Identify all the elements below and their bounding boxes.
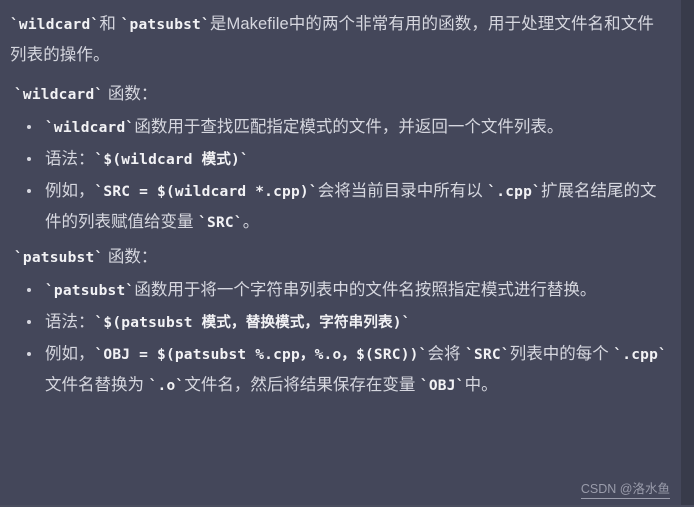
- inline-code: `.cpp`: [487, 184, 541, 200]
- inline-code: `wildcard`: [45, 120, 135, 136]
- inline-code: `$(wildcard 模式)`: [94, 152, 249, 168]
- list-item: 例如，`OBJ = $(patsubst %.cpp，%.o，$(SRC))`会…: [10, 339, 667, 401]
- inline-code: `$(patsubst 模式，替换模式，字符串列表)`: [94, 315, 411, 331]
- section-heading-patsubst: `patsubst` 函数：: [10, 242, 667, 273]
- inline-code: `OBJ`: [419, 378, 465, 394]
- text-run: 。: [242, 213, 260, 231]
- article-viewer: `wildcard`和 `patsubst`是Makefile中的两个非常有用的…: [0, 0, 694, 507]
- inline-code: `.cpp`: [613, 347, 667, 363]
- text-run: 中。: [464, 376, 498, 394]
- text-run: 会将: [427, 345, 466, 363]
- intro-paragraph: `wildcard`和 `patsubst`是Makefile中的两个非常有用的…: [10, 9, 667, 70]
- heading-code-wildcard: `wildcard`: [14, 87, 104, 103]
- inline-code: `patsubst`: [45, 283, 135, 299]
- text-run: 语法：: [45, 313, 95, 331]
- intro-connector: 和: [99, 15, 121, 33]
- inline-code: `SRC`: [198, 215, 243, 231]
- text-run: 例如，: [45, 345, 95, 363]
- list-item: `patsubst`函数用于将一个字符串列表中的文件名按照指定模式进行替换。: [10, 275, 667, 306]
- heading-text-wildcard: 函数：: [103, 85, 158, 103]
- inline-code-patsubst: `patsubst`: [120, 17, 210, 33]
- inline-code-wildcard: `wildcard`: [10, 17, 100, 33]
- list-item: `wildcard`函数用于查找匹配指定模式的文件，并返回一个文件列表。: [10, 112, 667, 143]
- text-run: 函数用于查找匹配指定模式的文件，并返回一个文件列表。: [134, 118, 564, 136]
- bullet-list-patsubst: `patsubst`函数用于将一个字符串列表中的文件名按照指定模式进行替换。 语…: [10, 275, 667, 401]
- text-run: 列表中的每个: [509, 345, 614, 363]
- bullet-list-wildcard: `wildcard`函数用于查找匹配指定模式的文件，并返回一个文件列表。 语法：…: [10, 112, 667, 238]
- text-run: 文件名，然后将结果保存在变量: [184, 376, 420, 394]
- csdn-watermark: CSDN @洛水鱼: [580, 481, 670, 499]
- text-run: 文件名替换为: [45, 376, 149, 394]
- article-content: `wildcard`和 `patsubst`是Makefile中的两个非常有用的…: [0, 0, 681, 507]
- inline-code: `SRC`: [465, 347, 510, 363]
- text-run: 例如，: [45, 182, 95, 200]
- section-heading-wildcard: `wildcard` 函数：: [10, 79, 667, 110]
- scrollbar-gutter[interactable]: [681, 0, 694, 507]
- text-run: 函数用于将一个字符串列表中的文件名按照指定模式进行替换。: [134, 281, 597, 299]
- list-item: 例如，`SRC = $(wildcard *.cpp)`会将当前目录中所有以 `…: [10, 176, 667, 238]
- heading-code-patsubst: `patsubst`: [14, 250, 104, 266]
- list-item: 语法：`$(patsubst 模式，替换模式，字符串列表)`: [10, 307, 667, 338]
- inline-code: `OBJ = $(patsubst %.cpp，%.o，$(SRC))`: [94, 347, 428, 363]
- text-run: 语法：: [45, 150, 95, 168]
- text-run: 会将当前目录中所有以: [317, 182, 488, 200]
- list-item: 语法：`$(wildcard 模式)`: [10, 144, 667, 175]
- inline-code: `.o`: [148, 378, 185, 394]
- inline-code: `SRC = $(wildcard *.cpp)`: [94, 184, 318, 200]
- heading-text-patsubst: 函数：: [103, 248, 158, 266]
